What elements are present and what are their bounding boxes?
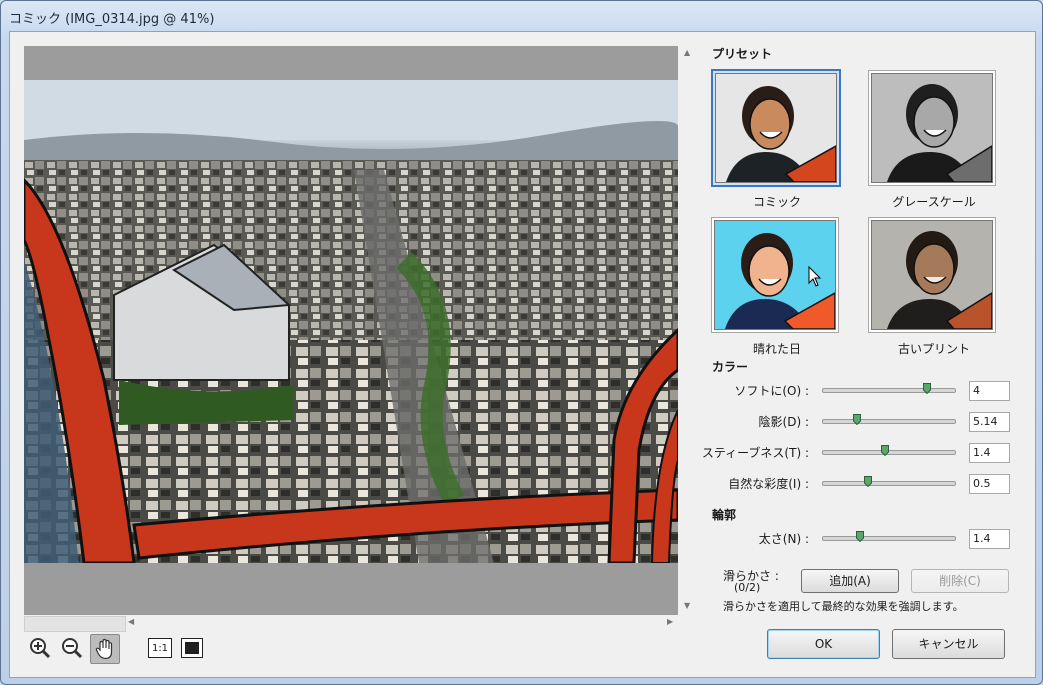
- dialog-client: ▲ ▼ ◀ ▶ 1:1 プリセット コミック グレースケール 晴れた日 古いプリ…: [9, 31, 1036, 678]
- portrait-sepia-illustration: [872, 221, 992, 329]
- cancel-button[interactable]: キャンセル: [892, 629, 1005, 659]
- preview-horizontal-scrollbar[interactable]: ◀ ▶: [24, 615, 678, 632]
- shading-label: 陰影(D) :: [758, 415, 809, 429]
- edge-heading: 輪郭: [712, 508, 737, 522]
- vibrance-value-field[interactable]: 0.5: [969, 474, 1010, 494]
- old-print-thumbnail: [871, 220, 993, 330]
- shading-slider-thumb[interactable]: [853, 414, 862, 425]
- window-title: コミック (IMG_0314.jpg @ 41%): [9, 12, 215, 27]
- thickness-slider[interactable]: [822, 531, 956, 542]
- soften-slider[interactable]: [822, 383, 956, 394]
- actual-size-tool[interactable]: 1:1: [146, 634, 174, 662]
- add-smoothness-button[interactable]: 追加(A): [801, 569, 899, 593]
- vibrance-slider[interactable]: [822, 476, 956, 487]
- steepness-slider[interactable]: [822, 445, 956, 456]
- comic-thumbnail: [715, 73, 837, 183]
- smoothness-count: (0/2): [734, 581, 761, 594]
- zoom-out-tool[interactable]: [58, 634, 86, 662]
- preset-comic-label: コミック: [752, 195, 801, 209]
- one-to-one-label: 1:1: [148, 638, 172, 658]
- steepness-slider-thumb[interactable]: [881, 445, 890, 456]
- hand-icon: [95, 638, 113, 660]
- soften-label: ソフトに(O) :: [734, 384, 809, 398]
- zoom-out-icon: [62, 638, 83, 659]
- portrait-illustration: [716, 74, 836, 182]
- vibrance-label: 自然な彩度(I) :: [728, 477, 809, 491]
- preview-photo: [24, 80, 678, 563]
- preset-comic[interactable]: [711, 69, 841, 187]
- portrait-bright-illustration: [715, 221, 835, 329]
- scroll-down-arrow-icon[interactable]: ▼: [684, 601, 690, 610]
- portrait-gray-illustration: [872, 74, 992, 182]
- delete-smoothness-button[interactable]: 削除(C): [911, 569, 1009, 593]
- cityscape-illustration: [24, 80, 678, 563]
- preset-grayscale[interactable]: [868, 70, 996, 186]
- zoom-in-tool[interactable]: [26, 634, 54, 662]
- presets-heading: プリセット: [712, 47, 773, 61]
- steepness-label: スティーブネス(T) :: [701, 446, 809, 460]
- dialog-window: コミック (IMG_0314.jpg @ 41%) ▲ ▼ ◀ ▶ 1:1 プリ…: [0, 0, 1043, 685]
- shading-value-field[interactable]: 5.14: [969, 412, 1010, 432]
- title-bar[interactable]: コミック (IMG_0314.jpg @ 41%): [1, 1, 1042, 31]
- fit-to-window-tool[interactable]: [178, 634, 206, 662]
- soften-value-field[interactable]: 4: [969, 381, 1010, 401]
- preset-old-print-label: 古いプリント: [897, 342, 970, 356]
- vibrance-slider-thumb[interactable]: [863, 476, 872, 487]
- image-preview[interactable]: [24, 46, 678, 615]
- scroll-right-arrow-icon[interactable]: ▶: [667, 617, 673, 626]
- thickness-slider-thumb[interactable]: [855, 531, 864, 542]
- scroll-up-arrow-icon[interactable]: ▲: [684, 48, 690, 57]
- smoothness-description: 滑らかさを適用して最終的な効果を強調します。: [723, 600, 964, 613]
- steepness-value-field[interactable]: 1.4: [969, 443, 1010, 463]
- preset-old-print[interactable]: [868, 217, 996, 333]
- preset-grayscale-label: グレースケール: [892, 195, 976, 209]
- preset-sunny-day-label: 晴れた日: [752, 342, 801, 356]
- scroll-left-arrow-icon[interactable]: ◀: [128, 617, 134, 626]
- grayscale-thumbnail: [871, 73, 993, 183]
- ok-button[interactable]: OK: [767, 629, 880, 659]
- fit-screen-icon: [181, 638, 203, 658]
- horizontal-scroll-thumb[interactable]: [24, 616, 126, 632]
- zoom-in-icon: [30, 638, 51, 659]
- color-heading: カラー: [712, 360, 749, 374]
- preset-sunny-day[interactable]: [711, 217, 839, 333]
- soften-slider-thumb[interactable]: [923, 383, 932, 394]
- thickness-label: 太さ(N) :: [758, 532, 809, 546]
- thickness-value-field[interactable]: 1.4: [969, 529, 1010, 549]
- shading-slider[interactable]: [822, 414, 956, 425]
- sunny-day-thumbnail: [714, 220, 836, 330]
- hand-tool[interactable]: [90, 634, 120, 664]
